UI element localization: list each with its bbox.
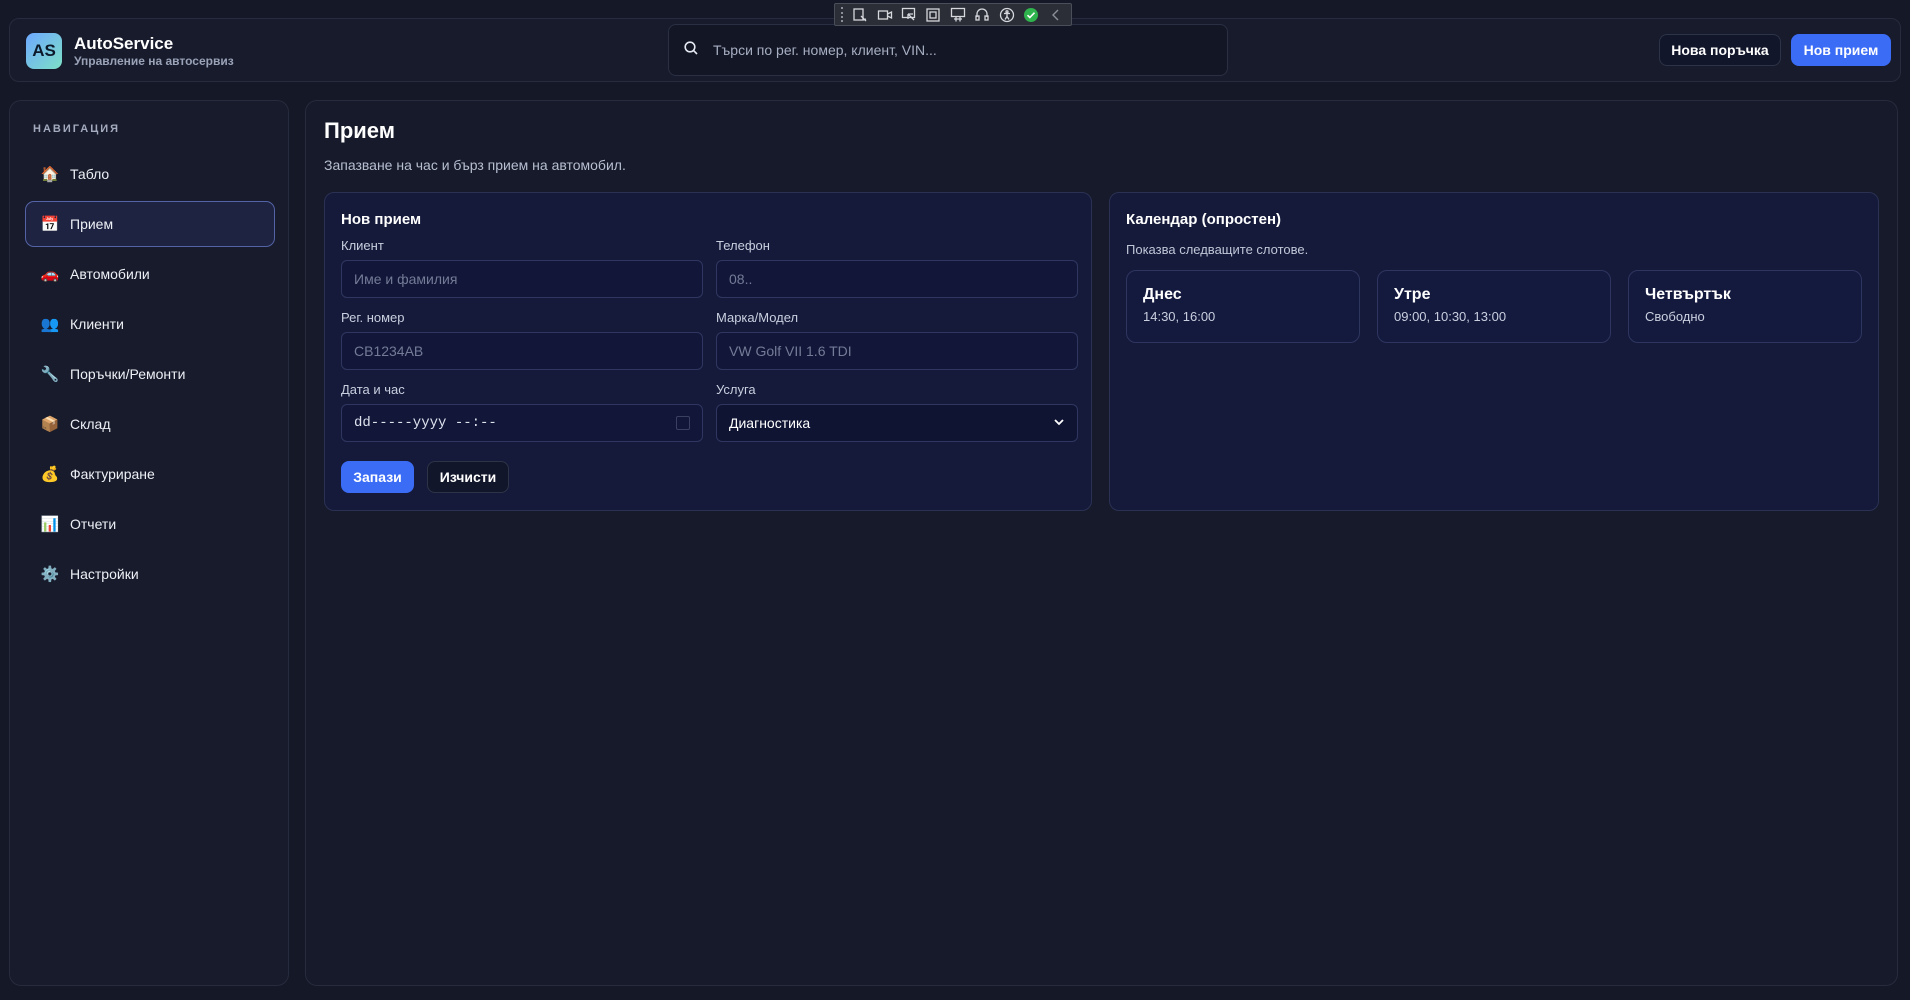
reg-number-input[interactable] [341,332,703,370]
make-model-input[interactable] [716,332,1078,370]
form-title: Нов прием [341,211,422,228]
audio-icon[interactable] [973,6,991,23]
sidebar-item-label: Автомобили [70,266,150,282]
new-intake-button[interactable]: Нов прием [1791,34,1891,66]
intake-form-card: Нов прием Клиент Телефон Рег. номер Марк… [324,192,1092,511]
calendar-title: Календар (опростен) [1126,211,1282,228]
slot-card[interactable]: Четвъртък Свободно [1628,270,1862,343]
reg-number-label: Рег. номер [341,310,405,325]
nav-title: НАВИГАЦИЯ [33,123,121,135]
service-label: Услуга [716,382,756,397]
sidebar-item-4[interactable]: 🔧 Поръчки/Ремонти [25,351,275,397]
save-button[interactable]: Запази [341,461,414,493]
make-model-label: Марка/Модел [716,310,799,325]
search-input[interactable] [713,42,1227,58]
slot-card[interactable]: Утре 09:00, 10:30, 13:00 [1377,270,1611,343]
video-icon[interactable] [875,6,893,23]
calendar-icon: 📅 [40,216,60,233]
nav-list: 🏠 Табло 📅 Прием 🚗 Автомобили 👥 Клиенти 🔧 Поръчки/… [25,151,275,601]
slot-card[interactable]: Днес 14:30, 16:00 [1126,270,1360,343]
search-bar[interactable] [668,24,1228,76]
slot-list: Днес 14:30, 16:00 Утре 09:00, 10:30, 13:… [1126,270,1862,343]
phone-input[interactable] [716,260,1078,298]
sidebar-item-label: Клиенти [70,316,124,332]
toolbar-grip[interactable] [841,7,845,22]
slot-times: Свободно [1645,309,1705,324]
sidebar-item-label: Табло [70,166,110,182]
sidebar-item-label: Настройки [70,566,139,582]
main-content: Прием Запазване на час и бърз прием на а… [305,100,1898,986]
accessibility-icon[interactable] [998,6,1016,23]
datetime-input[interactable]: dd-----yyyy --:-- [341,404,703,442]
sidebar-item-3[interactable]: 👥 Клиенти [25,301,275,347]
sidebar-item-2[interactable]: 🚗 Автомобили [25,251,275,297]
house-icon: 🏠 [40,166,60,183]
sidebar-item-label: Поръчки/Ремонти [70,366,186,382]
inspect-icon[interactable] [851,6,869,23]
sidebar-item-8[interactable]: ⚙️ Настройки [25,551,275,597]
slot-times: 14:30, 16:00 [1143,309,1216,324]
sidebar-item-label: Склад [70,416,111,432]
sidebar-item-0[interactable]: 🏠 Табло [25,151,275,197]
dev-toolbar [834,3,1072,26]
sidebar-item-6[interactable]: 💰 Фактуриране [25,451,275,497]
check-circle-icon[interactable] [1022,6,1040,23]
service-selected-value: Диагностика [729,415,811,431]
clear-button[interactable]: Изчисти [427,461,509,493]
calendar-picker-icon[interactable] [676,416,690,430]
sidebar-item-5[interactable]: 📦 Склад [25,401,275,447]
new-order-button[interactable]: Нова поръчка [1659,34,1781,66]
calendar-subtitle: Показва следващите слотове. [1126,242,1309,257]
money-bag-icon: 💰 [40,466,60,483]
sidebar-item-label: Отчети [70,516,117,532]
client-input[interactable] [341,260,703,298]
select-element-icon[interactable] [900,6,918,23]
service-select[interactable]: Диагностика [716,404,1078,442]
app-title: AutoService [74,34,174,53]
datetime-value: dd-----yyyy --:-- [354,415,497,431]
chevron-down-icon [1053,415,1065,431]
phone-label: Телефон [716,238,770,253]
wrench-icon: 🔧 [40,366,60,383]
sidebar-item-label: Прием [70,216,114,232]
gear-icon: ⚙️ [40,566,60,583]
sidebar: НАВИГАЦИЯ 🏠 Табло 📅 Прием 🚗 Автомобили 👥 Клиент… [9,100,289,986]
datetime-field: Дата и час dd-----yyyy --:-- [341,382,703,442]
search-icon [683,40,699,61]
bar-chart-icon: 📊 [40,516,60,533]
chevron-left-icon[interactable] [1047,6,1065,23]
slot-day: Днес [1143,286,1182,303]
app-subtitle: Управление на автосервиз [74,54,234,68]
service-field: Услуга Диагностика [716,382,1078,442]
slot-times: 09:00, 10:30, 13:00 [1394,309,1507,324]
phone-field: Телефон [716,238,1078,298]
top-header: AS AutoService Управление на автосервиз … [9,18,1901,82]
reg-number-field: Рег. номер [341,310,703,370]
package-icon: 📦 [40,416,60,433]
sidebar-item-7[interactable]: 📊 Отчети [25,501,275,547]
sidebar-item-label: Фактуриране [70,466,155,482]
brand[interactable]: AS AutoService Управление на автосервиз [26,33,234,69]
layout-icon[interactable] [949,6,967,23]
frame-icon[interactable] [924,6,942,23]
make-model-field: Марка/Модел [716,310,1078,370]
slot-day: Четвъртък [1645,286,1731,303]
client-label: Клиент [341,238,384,253]
page-title: Прием [324,118,395,143]
datetime-label: Дата и час [341,382,405,397]
page-subtitle: Запазване на час и бърз прием на автомоб… [324,157,626,173]
car-icon: 🚗 [40,266,60,283]
slot-day: Утре [1394,286,1431,303]
client-field: Клиент [341,238,703,298]
sidebar-item-1[interactable]: 📅 Прием [25,201,275,247]
logo: AS [26,33,62,69]
calendar-card: Календар (опростен) Показва следващите с… [1109,192,1879,511]
users-icon: 👥 [40,316,60,333]
